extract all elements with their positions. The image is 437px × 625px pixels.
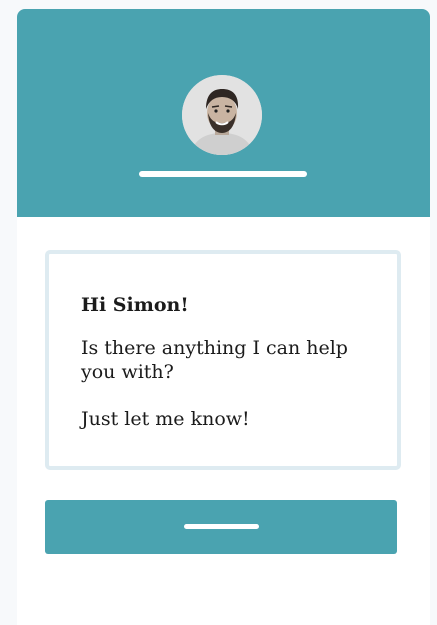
avatar-photo-icon [182, 75, 262, 155]
greeting-text: Hi Simon! [81, 294, 189, 316]
closing-text: Just let me know! [81, 408, 250, 430]
profile-header [17, 9, 430, 217]
name-placeholder-bar [139, 171, 307, 177]
question-text: Is there anything I can help you with? [81, 337, 348, 383]
message-box: Hi Simon! Is there anything I can help y… [45, 250, 401, 470]
chat-card: Hi Simon! Is there anything I can help y… [17, 9, 430, 625]
button-label-placeholder [184, 524, 259, 529]
action-button[interactable] [45, 500, 397, 554]
avatar [182, 75, 262, 155]
